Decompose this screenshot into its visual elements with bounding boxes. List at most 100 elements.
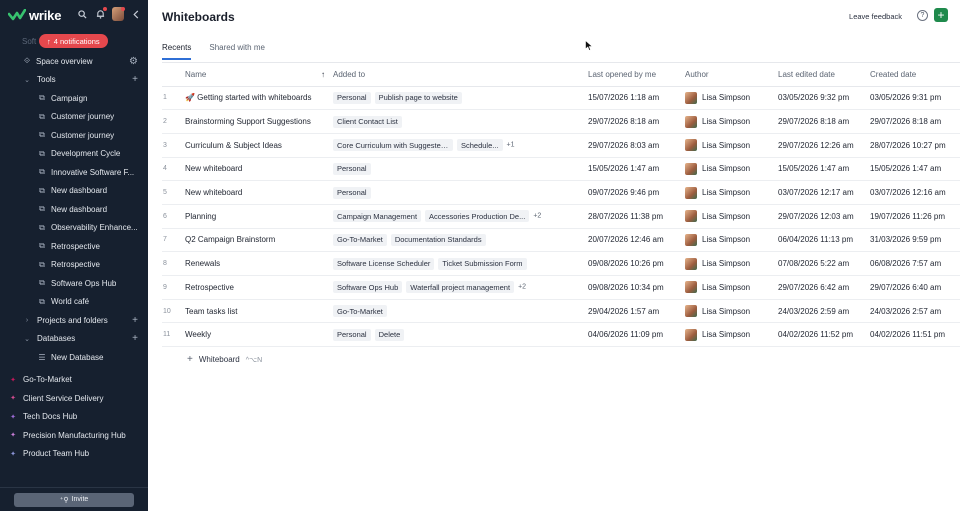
sidebar-item-tool[interactable]: ⧉ World café [0,293,148,312]
add-project-icon[interactable]: + [132,315,138,326]
table-row[interactable]: 5 New whiteboard Personal 09/07/2026 9:46 p… [162,180,960,205]
location-tag[interactable]: Personal [333,186,371,199]
tab-recents[interactable]: Recents [162,43,192,60]
more-tags-count[interactable]: +1 [507,142,515,149]
table-row[interactable]: 4 New whiteboard Personal 15/05/2026 1:47 a… [162,157,960,182]
location-tag[interactable]: Publish page to website [374,91,462,104]
user-avatar[interactable] [112,7,125,21]
bell-icon[interactable] [94,7,107,20]
column-added-to[interactable]: Added to [333,63,588,87]
author-cell: Lisa Simpson [685,204,778,229]
more-tags-count[interactable]: +2 [518,284,526,291]
whiteboard-name[interactable]: Brainstorming Support Suggestions [185,109,333,134]
location-tag[interactable]: Core Curriculum with Suggested Projects [333,139,453,152]
column-name[interactable]: Name ↑ [185,63,333,87]
location-tag[interactable]: Documentation Standards [390,233,486,246]
sidebar-item-tool[interactable]: ⧉ Customer journey [0,126,148,145]
whiteboard-name[interactable]: Renewals [185,251,333,276]
search-icon[interactable] [76,8,88,20]
whiteboard-name[interactable]: New whiteboard [185,180,333,205]
location-tag[interactable]: Delete [374,328,405,341]
table-row[interactable]: 10 Team tasks list Go-To-Market 29/04/2026 … [162,299,960,324]
sort-arrow-up-icon[interactable]: ↑ [321,70,325,79]
location-tag[interactable]: Personal [333,162,371,175]
leave-feedback-link[interactable]: Leave feedback [849,12,902,21]
sidebar-space-item[interactable]: ✦ Product Team Hub [0,445,148,464]
sidebar-item-tool[interactable]: ⧉ Campaign [0,89,148,108]
add-whiteboard-button[interactable]: + [934,8,948,22]
location-tag[interactable]: Waterfall project management [406,281,515,294]
author-name: Lisa Simpson [702,164,751,174]
tab-shared-with-me[interactable]: Shared with me [209,43,265,60]
table-row[interactable]: 6 Planning Campaign Management Accessories … [162,204,960,229]
more-tags-count[interactable]: +2 [533,213,541,220]
collapse-sidebar-icon[interactable] [130,8,142,20]
whiteboard-name[interactable]: Planning [185,204,333,229]
table-row[interactable]: 3 Curriculum & Subject Ideas Core Curricul… [162,133,960,158]
location-tag[interactable]: Accessories Production De... [425,210,530,223]
sidebar-item-tool[interactable]: ⧉ Retrospective [0,256,148,275]
sidebar-item-tool[interactable]: ⧉ New dashboard [0,200,148,219]
sidebar-item-tool[interactable]: ⧉ New dashboard [0,182,148,201]
created-cell: 29/07/2026 8:18 am [870,109,960,134]
sidebar-item-space-overview[interactable]: ⟐ Space overview ⚙ [0,52,148,71]
whiteboard-name[interactable]: New whiteboard [185,157,333,182]
whiteboard-icon: ⧉ [39,241,45,251]
whiteboard-name[interactable]: 🚀 Getting started with whiteboards [185,86,333,111]
chevron-down-icon[interactable]: ⌄ [22,76,32,84]
sidebar-space-item[interactable]: ✦ Go-To-Market [0,371,148,390]
sidebar-item-tool[interactable]: ⧉ Customer journey [0,108,148,127]
add-whiteboard-row[interactable]: + Whiteboard ^⌥N [187,354,262,365]
table-row[interactable]: 7 Q2 Campaign Brainstorm Go-To-Market Docum… [162,228,960,253]
table-row[interactable]: 8 Renewals Software License Scheduler Ticke… [162,251,960,276]
space-icon: ✦ [10,450,16,458]
chevron-right-icon[interactable]: › [22,317,32,324]
sidebar-space-item[interactable]: ✦ Client Service Delivery [0,389,148,408]
table-row[interactable]: 11 Weekly Personal Delete 04/06/2026 11:09 p… [162,322,960,348]
sidebar-item-tool[interactable]: ⧉ Development Cycle [0,145,148,164]
location-tag[interactable]: Personal [333,328,371,341]
location-tag[interactable]: Schedule... [457,139,503,152]
column-created[interactable]: Created date [870,63,960,87]
location-tag[interactable]: Client Contact List [333,115,402,128]
sidebar-space-item[interactable]: ✦ Tech Docs Hub [0,408,148,427]
row-index: 3 [162,133,185,158]
location-tag[interactable]: Software Ops Hub [333,281,403,294]
whiteboard-name[interactable]: Retrospective [185,275,333,300]
whiteboard-icon: ⧉ [39,111,45,121]
table-row[interactable]: 2 Brainstorming Support Suggestions Client… [162,109,960,134]
location-tag[interactable]: Personal [333,91,371,104]
whiteboard-name[interactable]: Q2 Campaign Brainstorm [185,228,333,253]
added-to-cell: Personal Delete [333,322,588,348]
help-icon[interactable]: ? [917,10,928,21]
whiteboard-name[interactable]: Team tasks list [185,299,333,324]
sidebar-item-tool[interactable]: ⧉ Retrospective [0,237,148,256]
sidebar-item-tool[interactable]: ⧉ Innovative Software F... [0,163,148,182]
add-database-icon[interactable]: + [132,333,138,344]
column-author[interactable]: Author [685,63,778,87]
location-tag[interactable]: Software License Scheduler [333,257,435,270]
location-tag[interactable]: Go-To-Market [333,305,387,318]
sidebar-item-tools[interactable]: ⌄ Tools + [0,71,148,90]
column-last-opened[interactable]: Last opened by me [588,63,685,87]
location-tag[interactable]: Go-To-Market [333,233,387,246]
whiteboard-name[interactable]: Weekly [185,322,333,348]
wrike-logo[interactable]: wrike [8,8,61,23]
column-last-edited[interactable]: Last edited date [778,63,870,87]
notifications-pill[interactable]: ↑ 4 notifications [39,34,108,48]
table-row[interactable]: 1 🚀 Getting started with whiteboards Perso… [162,86,960,111]
gear-icon[interactable]: ⚙ [129,56,138,67]
whiteboard-name[interactable]: Curriculum & Subject Ideas [185,133,333,158]
sidebar-item-new-database[interactable]: ☰ New Database [0,348,148,367]
sidebar-item-projects[interactable]: › Projects and folders + [0,311,148,330]
chevron-down-icon[interactable]: ⌄ [22,335,32,343]
sidebar-item-databases[interactable]: ⌄ Databases + [0,330,148,349]
sidebar-item-tool[interactable]: ⧉ Observability Enhance... [0,219,148,238]
add-tool-icon[interactable]: + [132,74,138,85]
location-tag[interactable]: Ticket Submission Form [438,257,527,270]
sidebar-space-item[interactable]: ✦ Precision Manufacturing Hub [0,426,148,445]
sidebar-item-tool[interactable]: ⧉ Software Ops Hub [0,274,148,293]
invite-button[interactable]: ⁺⚲ Invite [14,492,134,507]
location-tag[interactable]: Campaign Management [333,210,422,223]
table-row[interactable]: 9 Retrospective Software Ops Hub Waterfall … [162,275,960,300]
